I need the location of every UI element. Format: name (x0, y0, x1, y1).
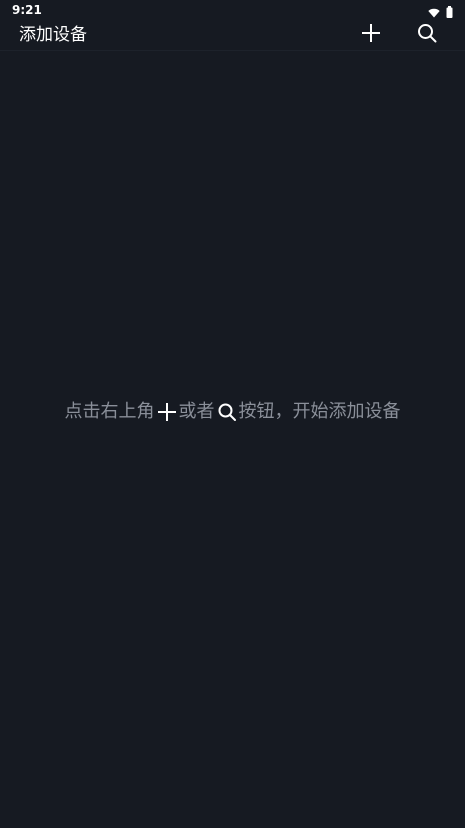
search-icon (416, 22, 438, 48)
page-title: 添加设备 (19, 25, 87, 45)
search-icon (217, 402, 237, 422)
plus-icon (157, 402, 177, 422)
hint-text-start: 点击右上角 (64, 401, 155, 422)
search-device-button[interactable] (414, 22, 440, 48)
plus-icon (360, 22, 382, 48)
hint-text-middle: 或者 (178, 401, 215, 422)
empty-state-hint: 点击右上角 或者 按钮，开始添加设备 (0, 398, 465, 426)
hint-text-end: 按钮，开始添加设备 (238, 401, 401, 422)
app-bar: 添加设备 (0, 20, 465, 51)
add-device-button[interactable] (358, 22, 384, 48)
status-time: 9:21 (12, 3, 42, 17)
status-bar: 9:21 (0, 0, 465, 20)
